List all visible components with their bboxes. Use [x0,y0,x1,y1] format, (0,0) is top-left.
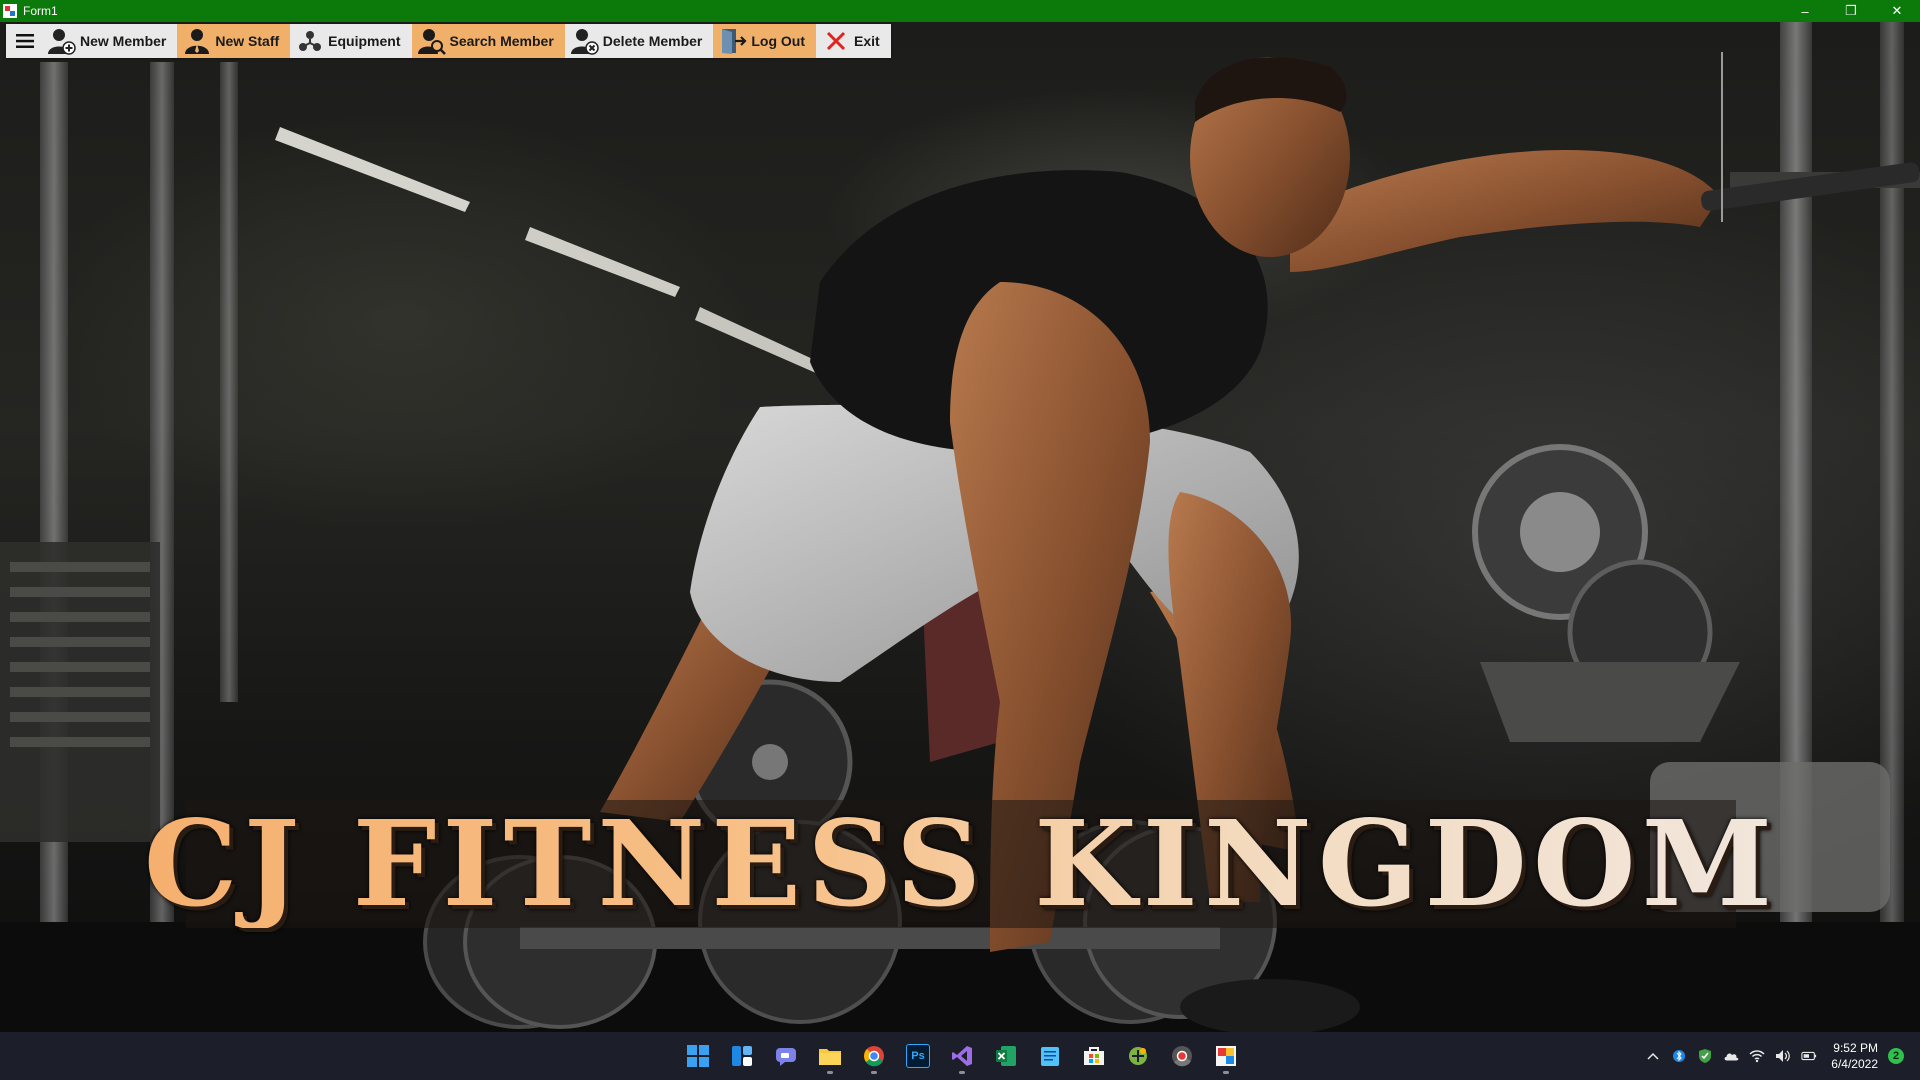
photoshop-label: Ps [906,1044,930,1068]
menu-new-staff-label: New Staff [215,33,280,49]
teams-chat-icon[interactable] [768,1036,804,1076]
menu-log-out-label: Log Out [751,33,806,49]
menu-exit-label: Exit [854,33,880,49]
running-indicator [959,1071,965,1074]
defender-icon[interactable] [1697,1048,1713,1064]
menu-search-member-label: Search Member [449,33,554,49]
delete-user-icon [570,27,599,55]
menu-new-member-label: New Member [80,33,167,49]
photoshop-icon[interactable]: Ps [900,1036,936,1076]
menu-log-out[interactable]: Log Out [713,24,817,58]
hamburger-icon [16,27,34,55]
menu-toggle-button[interactable] [6,24,42,58]
logout-icon [719,27,747,55]
chrome-icon[interactable] [856,1036,892,1076]
widgets-icon[interactable] [724,1036,760,1076]
search-user-icon [417,27,446,55]
main-menu-strip: New Member New Staff Equipment Search Me… [6,24,891,58]
menu-equipment-label: Equipment [328,33,401,49]
excel-icon[interactable] [988,1036,1024,1076]
close-window-button[interactable]: ✕ [1874,0,1920,22]
menu-delete-member[interactable]: Delete Member [565,24,714,58]
chrome-alt-icon[interactable] [1164,1036,1200,1076]
staff-icon [183,27,211,55]
running-indicator [827,1071,833,1074]
gym-name-title: CJ FITNESS KINGDOM [143,794,1779,933]
clock-time: 9:52 PM [1833,1041,1878,1055]
clock-date: 6/4/2022 [1831,1057,1878,1071]
taskbar-clock[interactable]: 9:52 PM 6/4/2022 [1831,1040,1878,1072]
menu-exit[interactable]: Exit [816,24,891,58]
microsoft-store-icon[interactable] [1076,1036,1112,1076]
file-explorer-icon[interactable] [812,1036,848,1076]
form-app-icon [3,4,17,18]
window-title-bar: Form1 – ❐ ✕ [0,0,1920,22]
visual-studio-icon[interactable] [944,1036,980,1076]
onedrive-icon[interactable] [1723,1048,1739,1064]
running-indicator [1223,1071,1229,1074]
notification-badge[interactable]: 2 [1888,1048,1904,1064]
close-icon [822,27,850,55]
taskbar-apps: Ps [680,1032,1244,1080]
windows-start-icon[interactable] [680,1036,716,1076]
window-title: Form1 [23,4,58,18]
gym-name-banner: CJ FITNESS KINGDOM [144,800,1772,928]
menu-new-member[interactable]: New Member [42,24,177,58]
app-icon[interactable] [1120,1036,1156,1076]
restore-button[interactable]: ❐ [1828,0,1874,22]
battery-icon[interactable] [1801,1048,1817,1064]
menu-new-staff[interactable]: New Staff [177,24,291,58]
tray-icons [1645,1048,1817,1064]
wifi-icon[interactable] [1749,1048,1765,1064]
chevron-up-icon[interactable] [1645,1048,1661,1064]
bluetooth-icon[interactable] [1671,1048,1687,1064]
window-controls: – ❐ ✕ [1782,0,1920,22]
menu-delete-member-label: Delete Member [602,33,703,49]
add-user-icon [48,27,76,55]
menu-search-member[interactable]: Search Member [411,24,565,58]
notepad-icon[interactable] [1032,1036,1068,1076]
menu-equipment[interactable]: Equipment [290,24,411,58]
form-app-icon[interactable] [1208,1036,1244,1076]
windows-taskbar: Ps 9:52 PM 6/4/2022 2 [0,1032,1920,1080]
system-tray: 9:52 PM 6/4/2022 2 [1645,1032,1920,1080]
minimize-button[interactable]: – [1782,0,1828,22]
running-indicator [871,1071,877,1074]
equipment-icon [296,27,324,55]
volume-icon[interactable] [1775,1048,1791,1064]
